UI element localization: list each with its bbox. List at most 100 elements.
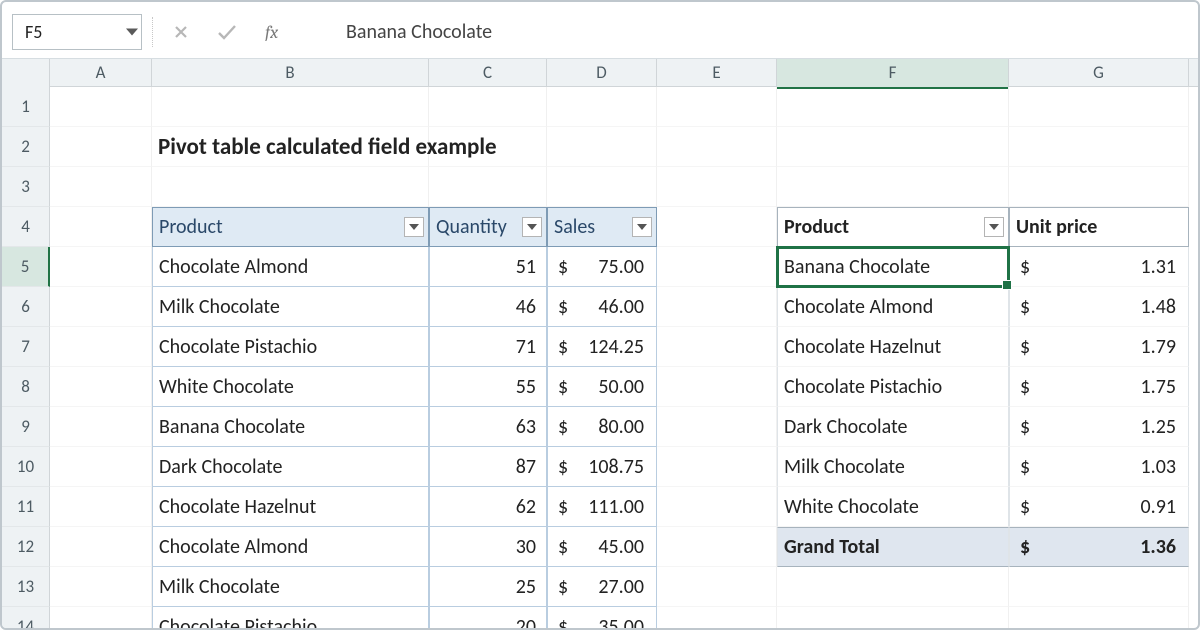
row-header[interactable]: 1 [2,87,50,127]
filter-dropdown-icon[interactable] [984,217,1004,237]
row-header[interactable]: 14 [2,607,50,630]
cell[interactable] [50,167,152,207]
cell[interactable] [657,447,777,487]
table-row[interactable]: $46.00 [547,287,657,327]
cell[interactable] [152,167,429,207]
cell[interactable] [50,567,152,607]
table-row[interactable]: 25 [429,567,547,607]
table-row[interactable]: Chocolate Almond [152,527,429,567]
selected-cell[interactable]: Banana Chocolate [777,247,1009,287]
cell[interactable] [50,407,152,447]
table-row[interactable]: 71 [429,327,547,367]
row-header[interactable]: 13 [2,567,50,607]
cell[interactable] [1009,607,1189,630]
pivot-cell[interactable]: White Chocolate [777,487,1009,527]
table-row[interactable]: Milk Chocolate [152,567,429,607]
pivot-cell[interactable]: $1.31 [1009,247,1189,287]
cell[interactable] [657,87,777,127]
cancel-icon[interactable] [173,24,189,40]
cell[interactable] [657,327,777,367]
table-row[interactable]: Milk Chocolate [152,287,429,327]
cell[interactable] [50,87,152,127]
cell[interactable] [50,327,152,367]
row-header[interactable]: 2 [2,127,50,167]
cell[interactable] [50,207,152,247]
col-header[interactable]: D [547,59,657,89]
fx-icon[interactable]: fx [265,23,285,41]
pivot-cell[interactable]: $1.48 [1009,287,1189,327]
select-all-corner[interactable] [2,59,50,89]
col-header[interactable]: F [777,59,1009,89]
table-header-quantity[interactable]: Quantity [429,207,547,247]
pivot-cell[interactable]: $1.03 [1009,447,1189,487]
cell[interactable] [547,167,657,207]
pivot-header-unit-price[interactable]: Unit price [1009,207,1189,247]
cell[interactable] [777,167,1009,207]
cell[interactable] [657,567,777,607]
table-row[interactable]: Chocolate Hazelnut [152,487,429,527]
cell[interactable] [1009,167,1189,207]
table-header-product[interactable]: Product [152,207,429,247]
grid-body[interactable]: 1 2 Pivot table calculated field example… [2,87,1198,630]
pivot-cell[interactable]: Chocolate Almond [777,287,1009,327]
table-row[interactable]: $75.00 [547,247,657,287]
cell[interactable] [657,247,777,287]
pivot-cell[interactable]: $1.75 [1009,367,1189,407]
cell[interactable] [50,607,152,630]
cell[interactable] [657,607,777,630]
cell[interactable] [50,447,152,487]
filter-dropdown-icon[interactable] [522,217,542,237]
row-header[interactable]: 7 [2,327,50,367]
table-row[interactable]: 20 [429,607,547,630]
table-row[interactable]: Dark Chocolate [152,447,429,487]
cell[interactable] [152,87,429,127]
cell[interactable] [657,367,777,407]
cell[interactable] [1009,87,1189,127]
pivot-grand-total-label[interactable]: Grand Total [777,527,1009,567]
table-row[interactable]: 55 [429,367,547,407]
table-row[interactable]: $124.25 [547,327,657,367]
cell[interactable] [50,527,152,567]
table-row[interactable]: $27.00 [547,567,657,607]
filter-dropdown-icon[interactable] [404,217,424,237]
pivot-cell[interactable]: $0.91 [1009,487,1189,527]
table-row[interactable]: $50.00 [547,367,657,407]
table-row[interactable]: 62 [429,487,547,527]
cell[interactable] [777,87,1009,127]
cell[interactable] [50,287,152,327]
row-header[interactable]: 11 [2,487,50,527]
cell[interactable] [429,87,547,127]
cell[interactable] [429,127,547,167]
cell[interactable] [429,167,547,207]
col-header[interactable]: E [657,59,777,89]
row-header[interactable]: 4 [2,207,50,247]
cell[interactable] [50,247,152,287]
table-row[interactable]: 30 [429,527,547,567]
table-row[interactable]: 87 [429,447,547,487]
pivot-cell[interactable]: $1.79 [1009,327,1189,367]
row-header[interactable]: 12 [2,527,50,567]
cell[interactable] [657,487,777,527]
row-header[interactable]: 10 [2,447,50,487]
pivot-cell[interactable]: $1.25 [1009,407,1189,447]
cell[interactable] [657,207,777,247]
col-header[interactable]: A [50,59,152,89]
pivot-header-product[interactable]: Product [777,207,1009,247]
title-cell[interactable]: Pivot table calculated field example [152,127,429,167]
pivot-cell[interactable]: Chocolate Pistachio [777,367,1009,407]
row-header[interactable]: 8 [2,367,50,407]
pivot-cell[interactable]: Dark Chocolate [777,407,1009,447]
table-row[interactable]: Chocolate Pistachio [152,327,429,367]
formula-input[interactable]: Banana Chocolate [305,14,1188,50]
name-box[interactable]: F5 [12,14,142,50]
cell[interactable] [657,287,777,327]
col-header[interactable]: C [429,59,547,89]
pivot-cell[interactable]: Chocolate Hazelnut [777,327,1009,367]
table-row[interactable]: White Chocolate [152,367,429,407]
row-header[interactable]: 3 [2,167,50,207]
cell[interactable] [657,407,777,447]
cell[interactable] [547,87,657,127]
cell[interactable] [1009,127,1189,167]
table-row[interactable]: $45.00 [547,527,657,567]
table-row[interactable]: Chocolate Almond [152,247,429,287]
